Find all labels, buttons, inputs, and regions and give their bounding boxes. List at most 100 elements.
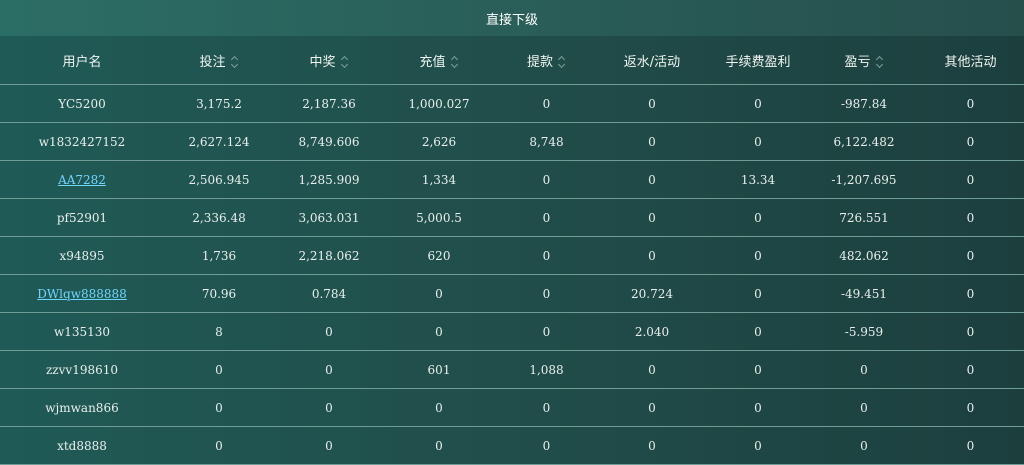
sort-icon[interactable]: [341, 55, 349, 69]
table-cell: 0: [494, 388, 599, 427]
username-text: pf52901: [56, 210, 108, 225]
username-link[interactable]: AA7282: [58, 173, 106, 187]
table-cell: 0: [274, 312, 384, 351]
table-cell: 0: [705, 84, 811, 123]
table-cell: 0: [384, 274, 494, 313]
table-row: xtd8888 0 0 0 0 0 0 0 0: [0, 426, 1024, 465]
table-row: YC5200 3,175.2 2,187.36 1,000.027 0 0 0 -987.84…: [0, 84, 1024, 123]
sort-icon[interactable]: [451, 55, 459, 69]
subordinates-table: 用户名 投注 中奖 充值 提款 返水/活动 手续费盈利 盈亏 其他活动 YC5200 3,175.…: [0, 36, 1024, 465]
sort-icon[interactable]: [558, 55, 566, 69]
table-cell: 0: [164, 426, 274, 465]
username-cell: AA7282: [0, 160, 164, 199]
column-header-3[interactable]: 充值: [384, 36, 494, 85]
column-header-label: 其他活动: [944, 54, 997, 70]
panel-title: 直接下级: [0, 0, 1024, 36]
column-header-label: 充值: [419, 54, 446, 70]
table-cell: 6,122.482: [811, 122, 917, 161]
table-cell: 2,626: [384, 122, 494, 161]
table-row: wjmwan866 0 0 0 0 0 0 0 0: [0, 388, 1024, 427]
table-cell: 3,175.2: [164, 84, 274, 123]
table-cell: 0: [164, 350, 274, 389]
table-cell: 1,334: [384, 160, 494, 199]
column-header-2[interactable]: 中奖: [274, 36, 384, 85]
table-cell: -49.451: [811, 274, 917, 313]
table-cell: 5,000.5: [384, 198, 494, 237]
table-cell: 2.040: [599, 312, 705, 351]
table-cell: -987.84: [811, 84, 917, 123]
table-cell: 2,336.48: [164, 198, 274, 237]
table-cell: 0: [917, 198, 1024, 237]
table-cell: 3,063.031: [274, 198, 384, 237]
table-cell: 0: [917, 122, 1024, 161]
table-cell: 0: [274, 350, 384, 389]
table-cell: 0: [599, 84, 705, 123]
table-cell: 0: [705, 274, 811, 313]
table-cell: 0: [274, 388, 384, 427]
table-cell: 0: [494, 198, 599, 237]
table-cell: 0: [917, 426, 1024, 465]
username-text: wjmwan866: [45, 400, 119, 415]
username-cell: x94895: [0, 236, 164, 275]
table-cell: -1,207.695: [811, 160, 917, 199]
table-cell: 0: [917, 274, 1024, 313]
table-cell: 2,627.124: [164, 122, 274, 161]
table-row: AA7282 2,506.945 1,285.909 1,334 0 0 13.34 -1,2…: [0, 160, 1024, 199]
table-cell: 0: [599, 426, 705, 465]
table-cell: 0: [599, 198, 705, 237]
table-cell: 0: [705, 426, 811, 465]
table-cell: 0: [384, 312, 494, 351]
table-cell: 0: [705, 350, 811, 389]
table-cell: 0: [917, 350, 1024, 389]
table-cell: 2,218.062: [274, 236, 384, 275]
table-cell: 0: [705, 198, 811, 237]
column-header-8: 其他活动: [917, 36, 1024, 85]
table-cell: 1,285.909: [274, 160, 384, 199]
table-row: DWlqw888888 70.96 0.784 0 0 20.724 0 -49.451 0: [0, 274, 1024, 313]
table-row: w135130 8 0 0 0 2.040 0 -5.959 0: [0, 312, 1024, 351]
username-cell: DWlqw888888: [0, 274, 164, 313]
table-row: pf52901 2,336.48 3,063.031 5,000.5 0 0 0 726.55…: [0, 198, 1024, 237]
table-cell: 0: [705, 312, 811, 351]
table-cell: 0: [164, 388, 274, 427]
table-cell: 2,506.945: [164, 160, 274, 199]
sort-icon[interactable]: [231, 55, 239, 69]
table-cell: 0: [494, 84, 599, 123]
table-cell: 0: [811, 426, 917, 465]
table-cell: 726.551: [811, 198, 917, 237]
table-cell: 0: [917, 388, 1024, 427]
column-header-1[interactable]: 投注: [164, 36, 274, 85]
column-header-label: 返水/活动: [623, 54, 681, 70]
table-cell: 0: [917, 84, 1024, 123]
table-cell: 0: [811, 388, 917, 427]
table-cell: 0: [599, 122, 705, 161]
username-text: YC5200: [58, 96, 106, 111]
table-cell: 20.724: [599, 274, 705, 313]
table-cell: 8,748: [494, 122, 599, 161]
column-header-4[interactable]: 提款: [494, 36, 599, 85]
table-cell: 0: [494, 236, 599, 275]
column-header-6: 手续费盈利: [705, 36, 811, 85]
username-link[interactable]: DWlqw888888: [37, 287, 127, 301]
table-cell: 70.96: [164, 274, 274, 313]
table-cell: 1,736: [164, 236, 274, 275]
table-cell: 0: [494, 312, 599, 351]
table-cell: 0: [811, 350, 917, 389]
table-cell: 601: [384, 350, 494, 389]
column-header-label: 盈亏: [844, 54, 871, 70]
column-header-label: 中奖: [309, 54, 336, 70]
sort-icon[interactable]: [876, 55, 884, 69]
username-cell: xtd8888: [0, 426, 164, 465]
column-header-label: 手续费盈利: [725, 54, 791, 70]
column-header-7[interactable]: 盈亏: [811, 36, 917, 85]
table-cell: 0: [705, 236, 811, 275]
table-cell: 0: [494, 426, 599, 465]
column-header-5: 返水/活动: [599, 36, 705, 85]
table-row: x94895 1,736 2,218.062 620 0 0 0 482.062 0: [0, 236, 1024, 275]
table-cell: 482.062: [811, 236, 917, 275]
column-header-0: 用户名: [0, 36, 164, 85]
table-cell: 13.34: [705, 160, 811, 199]
table-row: zzvv198610 0 0 601 1,088 0 0 0 0: [0, 350, 1024, 389]
table-cell: 0: [599, 236, 705, 275]
column-header-label: 用户名: [62, 54, 102, 70]
